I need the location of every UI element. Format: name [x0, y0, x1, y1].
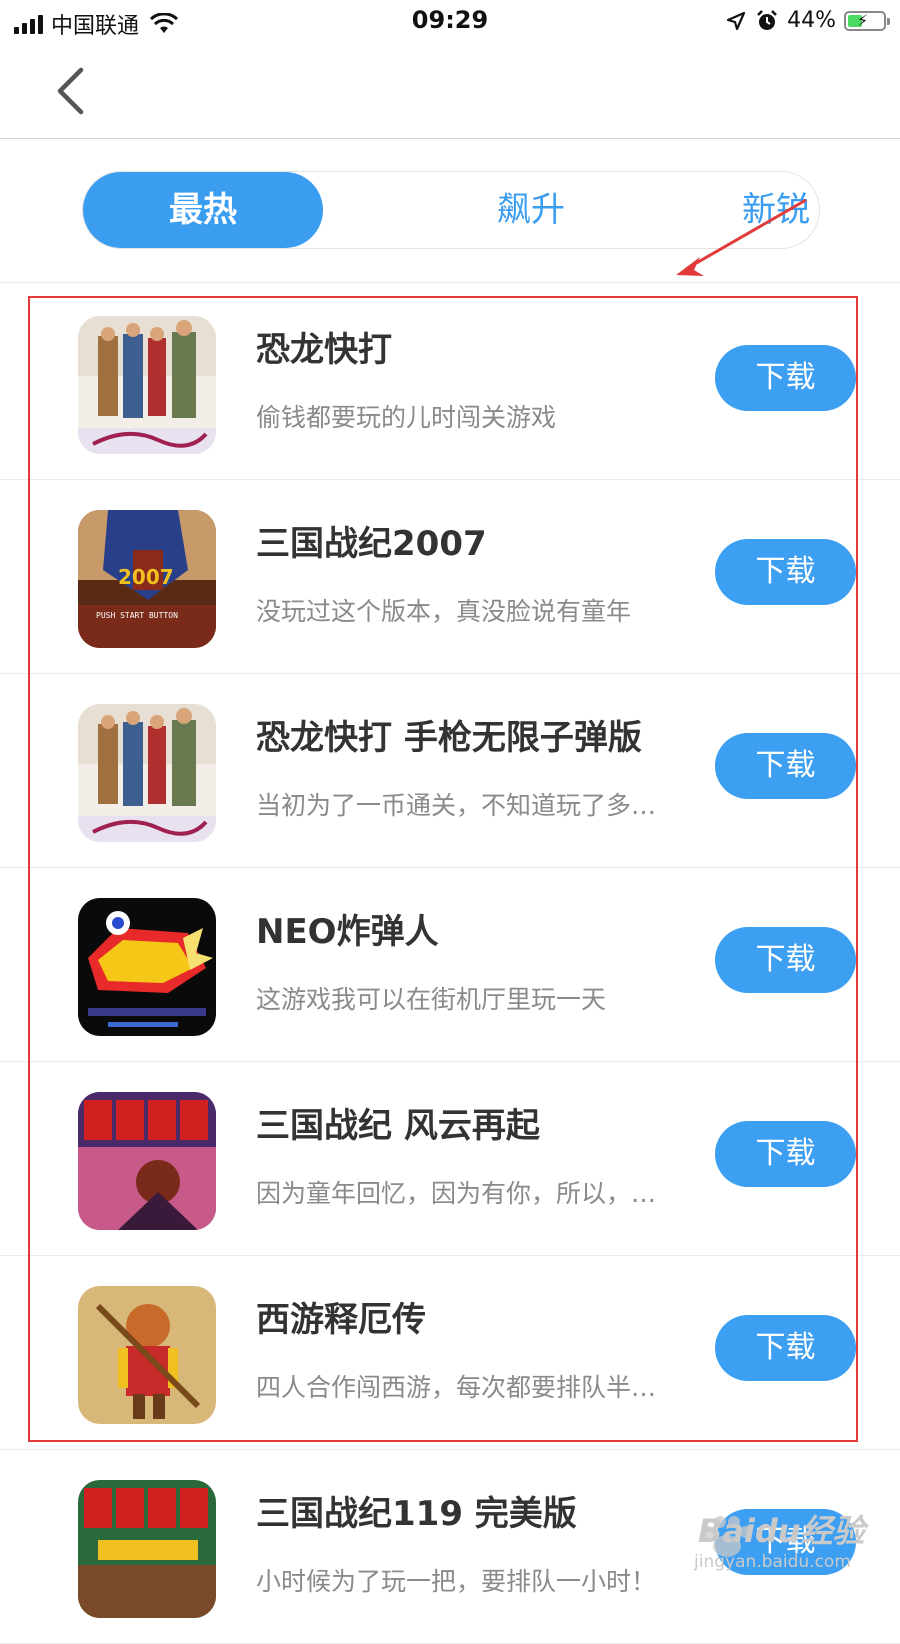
game-title: 恐龙快打 手枪无限子弹版 [256, 718, 642, 758]
game-title: 三国战纪2007 [256, 524, 487, 564]
tab-newest[interactable]: 新锐 [653, 172, 899, 248]
game-description: 四人合作闯西游，每次都要排队半… [256, 1373, 657, 1402]
list-item[interactable]: 2007 PUSH START BUTTON 三国战纪2007 没玩过这个版本，… [0, 480, 900, 674]
game-title: 恐龙快打 [256, 330, 392, 370]
alarm-icon [757, 9, 777, 30]
game-title: 三国战纪119 完美版 [256, 1494, 577, 1534]
game-icon-journey-west [78, 1286, 216, 1424]
tab-rising[interactable]: 飙升 [409, 172, 653, 248]
download-button[interactable]: 下载 [715, 539, 856, 605]
status-bar: 中国联通 09:29 44% ⚡ [0, 0, 900, 46]
svg-text:2007: 2007 [118, 565, 174, 589]
watermark-url: jingyan.baidu.com [694, 1552, 851, 1572]
game-icon-three-kingdoms-2007: 2007 PUSH START BUTTON [78, 510, 216, 648]
game-icon-dinosaur-unlimited [78, 704, 216, 842]
battery-icon: ⚡ [844, 10, 890, 31]
game-title: NEO炸弹人 [256, 912, 439, 952]
watermark-brand: Baidu经验 [698, 1512, 865, 1550]
game-description: 没玩过这个版本，真没脸说有童年 [256, 597, 632, 626]
download-button[interactable]: 下载 [715, 733, 856, 799]
download-button[interactable]: 下载 [715, 1315, 856, 1381]
game-icon-three-kingdoms-storm [78, 1092, 216, 1230]
svg-text:PUSH START BUTTON: PUSH START BUTTON [96, 611, 178, 620]
battery-percent: 44% [787, 8, 836, 33]
game-title: 西游释厄传 [256, 1300, 426, 1340]
tab-hottest[interactable]: 最热 [83, 172, 323, 248]
back-arrow-icon[interactable] [48, 60, 98, 120]
divider [0, 282, 900, 283]
download-button[interactable]: 下载 [715, 927, 856, 993]
game-description: 偷钱都要玩的儿时闯关游戏 [256, 403, 557, 432]
game-description: 这游戏我可以在街机厅里玩一天 [256, 985, 607, 1014]
game-description: 小时候为了玩一把，要排队一小时！ [256, 1567, 657, 1596]
game-list: 恐龙快打 偷钱都要玩的儿时闯关游戏 下载 2007 PUSH START BUT… [0, 286, 900, 1644]
list-item[interactable]: 三国战纪 风云再起 因为童年回忆，因为有你，所以，… 下载 [0, 1062, 900, 1256]
game-icon-three-kingdoms-119 [78, 1480, 216, 1618]
game-icon-bomberman [78, 898, 216, 1036]
download-button[interactable]: 下载 [715, 1121, 856, 1187]
list-item[interactable]: NEO炸弹人 这游戏我可以在街机厅里玩一天 下载 [0, 868, 900, 1062]
location-icon [726, 11, 746, 30]
ranking-tabs: 最热 飙升 新锐 [82, 171, 820, 249]
list-item[interactable]: 恐龙快打 偷钱都要玩的儿时闯关游戏 下载 [0, 286, 900, 480]
game-description: 当初为了一币通关，不知道玩了多… [256, 791, 657, 820]
nav-bar [0, 46, 900, 139]
game-icon-dinosaur [78, 316, 216, 454]
download-button[interactable]: 下载 [715, 345, 856, 411]
status-right: 44% ⚡ [725, 8, 890, 33]
game-description: 因为童年回忆，因为有你，所以，… [256, 1179, 657, 1208]
list-item[interactable]: 恐龙快打 手枪无限子弹版 当初为了一币通关，不知道玩了多… 下载 [0, 674, 900, 868]
game-title: 三国战纪 风云再起 [256, 1106, 540, 1146]
list-item[interactable]: 西游释厄传 四人合作闯西游，每次都要排队半… 下载 [0, 1256, 900, 1450]
